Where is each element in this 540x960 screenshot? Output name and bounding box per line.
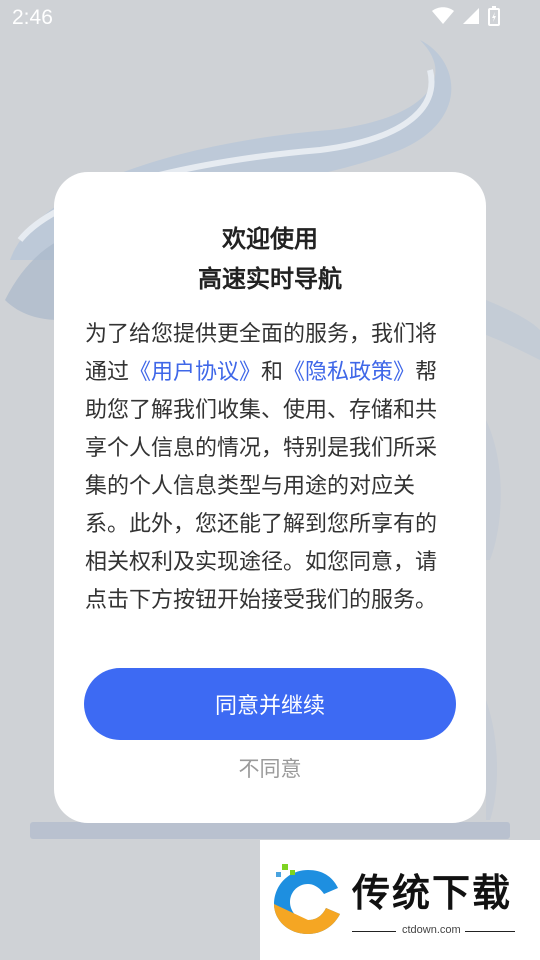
body-text-part2: 帮助您了解我们收集、使用、存储和共享个人信息的情况，特别是我们所采集的个人信息类… [85,360,438,613]
watermark-logo-icon [274,864,340,934]
user-agreement-link[interactable]: 《用户协议》 [129,360,261,385]
watermark-brand: 传统下载 [352,871,513,915]
dialog-base-bar [30,822,510,839]
watermark-divider-left [352,931,396,932]
status-icons [432,6,500,26]
watermark-url: ctdown.com [402,924,461,936]
battery-charging-icon [488,6,500,26]
dialog-body-text: 为了给您提供更全面的服务，我们将通过《用户协议》和《隐私政策》帮助您了解我们收集… [85,316,457,620]
privacy-dialog: 欢迎使用 高速实时导航 为了给您提供更全面的服务，我们将通过《用户协议》和《隐私… [54,172,486,823]
watermark: 传统下载 ctdown.com [260,840,540,960]
signal-icon [463,8,479,24]
wifi-icon [432,7,454,24]
status-bar: 2:46 [0,0,540,36]
dialog-title: 欢迎使用 高速实时导航 [54,219,486,299]
dialog-title-line2: 高速实时导航 [198,265,342,293]
body-text-conj: 和 [261,360,284,385]
disagree-button[interactable]: 不同意 [54,752,486,786]
watermark-divider-right [465,931,515,932]
status-time: 2:46 [12,6,53,29]
agree-continue-button[interactable]: 同意并继续 [84,668,456,740]
dialog-title-line1: 欢迎使用 [222,225,318,253]
privacy-policy-link[interactable]: 《隐私政策》 [283,360,415,385]
